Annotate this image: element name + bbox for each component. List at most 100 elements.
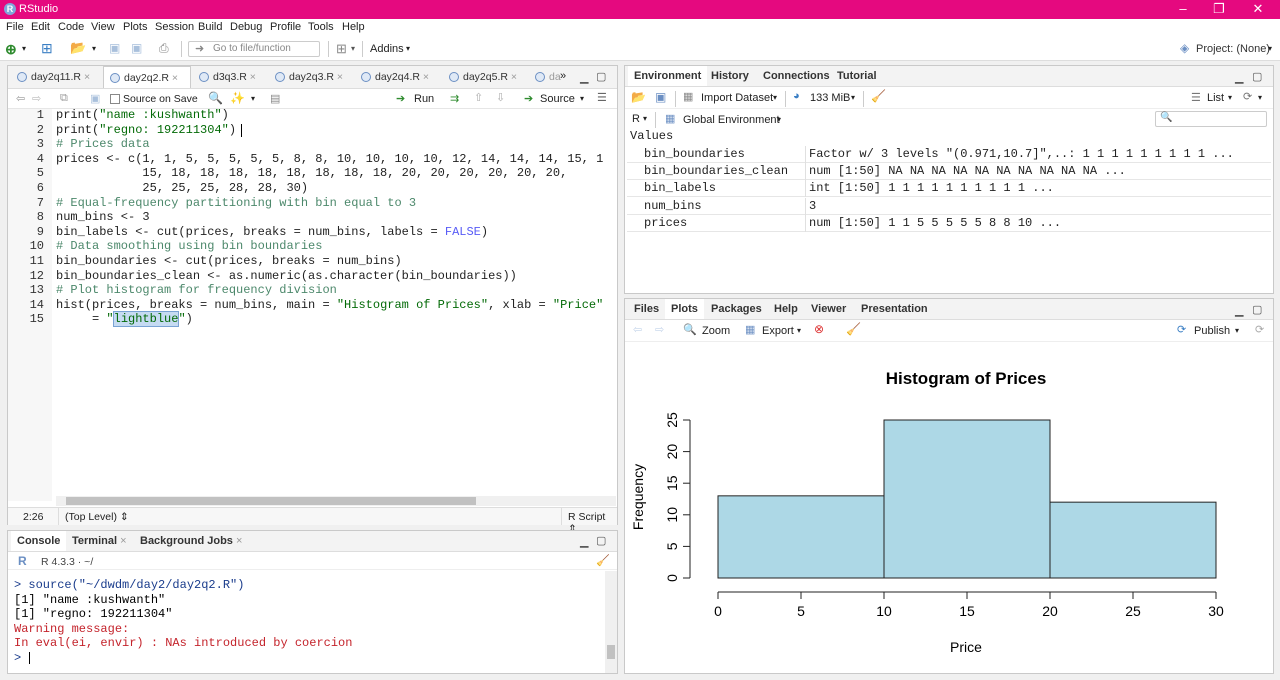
environment-row[interactable]: bin_labels int [1:50] 1 1 1 1 1 1 1 1 1 1… (627, 180, 1271, 198)
code-text[interactable]: print("regno: 192211304") (56, 123, 236, 138)
code-text[interactable]: 25, 25, 25, 28, 28, 30) (56, 181, 308, 196)
tab-terminal[interactable]: Terminal × (66, 531, 133, 551)
code-text[interactable]: # Prices data (56, 137, 150, 152)
tab-help[interactable]: Help (768, 299, 804, 319)
source-on-save-checkbox[interactable] (110, 94, 120, 104)
chevron-down-icon[interactable]: ▾ (92, 44, 96, 53)
down-icon[interactable]: ⇩ (496, 91, 505, 104)
menu-file[interactable]: File (6, 21, 24, 33)
load-workspace-icon[interactable]: 📂 (631, 90, 646, 104)
code-text[interactable]: = "lightblue") (56, 311, 193, 328)
code-text[interactable]: prices <- c(1, 1, 5, 5, 5, 5, 5, 8, 8, 1… (56, 152, 603, 167)
chevron-down-icon[interactable]: ▾ (777, 115, 781, 124)
code-text[interactable]: bin_boundaries_clean <- as.numeric(as.ch… (56, 269, 517, 284)
minimize-pane-icon[interactable]: ▁ (1235, 304, 1243, 317)
chevron-down-icon[interactable]: ▾ (851, 93, 855, 102)
tab-connections[interactable]: Connections (757, 66, 836, 86)
scope-selector[interactable]: (Top Level) ⇕ (65, 511, 129, 523)
environment-row[interactable]: num_bins 3 (627, 197, 1271, 215)
minimize-pane-icon[interactable]: ▁ (580, 535, 588, 548)
grid-icon[interactable]: ⊞ (336, 41, 347, 57)
tab-viewer[interactable]: Viewer (805, 299, 852, 319)
memory-usage[interactable]: 133 MiB (810, 92, 850, 104)
compile-report-icon[interactable]: ▤ (270, 92, 280, 105)
import-dataset-button[interactable]: Import Dataset (701, 92, 773, 104)
environment-scope-selector[interactable]: Global Environment (683, 114, 780, 126)
chevron-down-icon[interactable]: ▾ (406, 44, 410, 53)
menu-code[interactable]: Code (58, 21, 84, 33)
close-icon[interactable]: ✕ (1248, 1, 1268, 17)
publish-button[interactable]: Publish (1194, 325, 1230, 337)
back-icon[interactable]: ⇦ (16, 92, 25, 105)
refresh-icon[interactable]: ⟳ (1255, 323, 1264, 336)
code-text[interactable]: 15, 18, 18, 18, 18, 18, 18, 18, 18, 20, … (56, 166, 567, 181)
save-icon[interactable]: ▣ (109, 41, 120, 55)
menu-edit[interactable]: Edit (31, 21, 50, 33)
menu-debug[interactable]: Debug (230, 21, 262, 33)
go-to-file-input[interactable]: Go to file/function (188, 41, 320, 57)
code-text[interactable]: # Plot histogram for frequency division (56, 283, 337, 298)
maximize-pane-icon[interactable]: ▢ (1252, 303, 1262, 316)
tab-plots[interactable]: Plots (665, 299, 704, 319)
tab-history[interactable]: History (705, 66, 755, 86)
chevron-down-icon[interactable]: ▾ (1235, 326, 1239, 335)
chevron-down-icon[interactable]: ▾ (1228, 93, 1232, 102)
minimize-pane-icon[interactable]: ▁ (580, 71, 588, 84)
save-icon[interactable]: ▣ (90, 92, 100, 105)
project-menu[interactable]: Project: (None) (1196, 43, 1270, 55)
maximize-pane-icon[interactable]: ▢ (596, 534, 606, 547)
tab-day2q3[interactable]: day2q3.R × (269, 66, 353, 88)
save-all-icon[interactable]: ▣ (131, 41, 142, 55)
maximize-pane-icon[interactable]: ▢ (1252, 70, 1262, 83)
clear-console-icon[interactable]: 🧹 (596, 554, 610, 567)
tab-background-jobs[interactable]: Background Jobs × (134, 531, 248, 551)
menu-session[interactable]: Session (155, 21, 194, 33)
addins-menu[interactable]: Addins (370, 43, 404, 55)
menu-help[interactable]: Help (342, 21, 365, 33)
menu-plots[interactable]: Plots (123, 21, 147, 33)
new-file-icon[interactable]: ⊕ (5, 41, 17, 58)
environment-row[interactable]: prices num [1:50] 1 1 5 5 5 5 5 8 8 10 ..… (627, 214, 1271, 232)
maximize-pane-icon[interactable]: ▢ (596, 70, 606, 83)
menu-profile[interactable]: Profile (270, 21, 301, 33)
minimize-pane-icon[interactable]: ▁ (1235, 71, 1243, 84)
export-button[interactable]: Export (762, 325, 794, 337)
tab-overflow[interactable]: da (529, 66, 563, 88)
previous-plot-icon[interactable]: ⇦ (633, 323, 642, 336)
tab-environment[interactable]: Environment (628, 66, 708, 86)
tab-packages[interactable]: Packages (705, 299, 768, 319)
wand-icon[interactable]: ✨ (230, 91, 245, 105)
tab-day2q2[interactable]: day2q2.R × (103, 66, 191, 88)
code-text[interactable]: hist(prices, breaks = num_bins, main = "… (56, 298, 603, 313)
tab-presentation[interactable]: Presentation (855, 299, 934, 319)
more-tabs-icon[interactable]: » (560, 70, 566, 82)
code-text[interactable]: print("name :kushwanth") (56, 108, 229, 123)
console-output[interactable]: > source("~/dwdm/day2/day2q2.R") [1] "nam… (14, 578, 604, 672)
language-selector[interactable]: R (632, 113, 640, 125)
view-mode-list[interactable]: List (1207, 92, 1224, 104)
scrollbar-thumb[interactable] (66, 497, 476, 505)
tab-day2q11[interactable]: day2q11.R × (11, 66, 101, 88)
code-text[interactable]: # Data smoothing using bin boundaries (56, 239, 322, 254)
print-icon[interactable]: ⎙ (159, 41, 169, 56)
code-text[interactable]: # Equal-frequency partitioning with bin … (56, 196, 416, 211)
environment-row[interactable]: bin_boundaries_clean num [1:50] NA NA NA … (627, 163, 1271, 181)
new-project-icon[interactable]: ⊞ (41, 40, 53, 57)
tab-files[interactable]: Files (628, 299, 665, 319)
broom-icon[interactable]: 🧹 (871, 89, 886, 103)
code-text[interactable]: num_bins <- 3 (56, 210, 150, 225)
chevron-down-icon[interactable]: ▾ (773, 93, 777, 102)
chevron-down-icon[interactable]: ▾ (351, 44, 355, 53)
menu-build[interactable]: Build (198, 21, 222, 33)
remove-plot-icon[interactable]: ⊗ (814, 322, 824, 336)
chevron-down-icon[interactable]: ▾ (580, 94, 584, 103)
environment-row[interactable]: bin_boundaries Factor w/ 3 levels "(0.971… (627, 146, 1271, 163)
tab-day2q5[interactable]: day2q5.R × (443, 66, 527, 88)
save-workspace-icon[interactable]: ▣ (655, 90, 666, 104)
maximize-icon[interactable]: ❐ (1209, 1, 1229, 17)
code-text[interactable]: bin_labels <- cut(prices, breaks = num_b… (56, 225, 488, 240)
console-scrollbar[interactable] (605, 571, 617, 673)
tab-day2q4[interactable]: day2q4.R × (355, 66, 441, 88)
run-button[interactable]: Run (414, 93, 434, 105)
menu-tools[interactable]: Tools (308, 21, 334, 33)
